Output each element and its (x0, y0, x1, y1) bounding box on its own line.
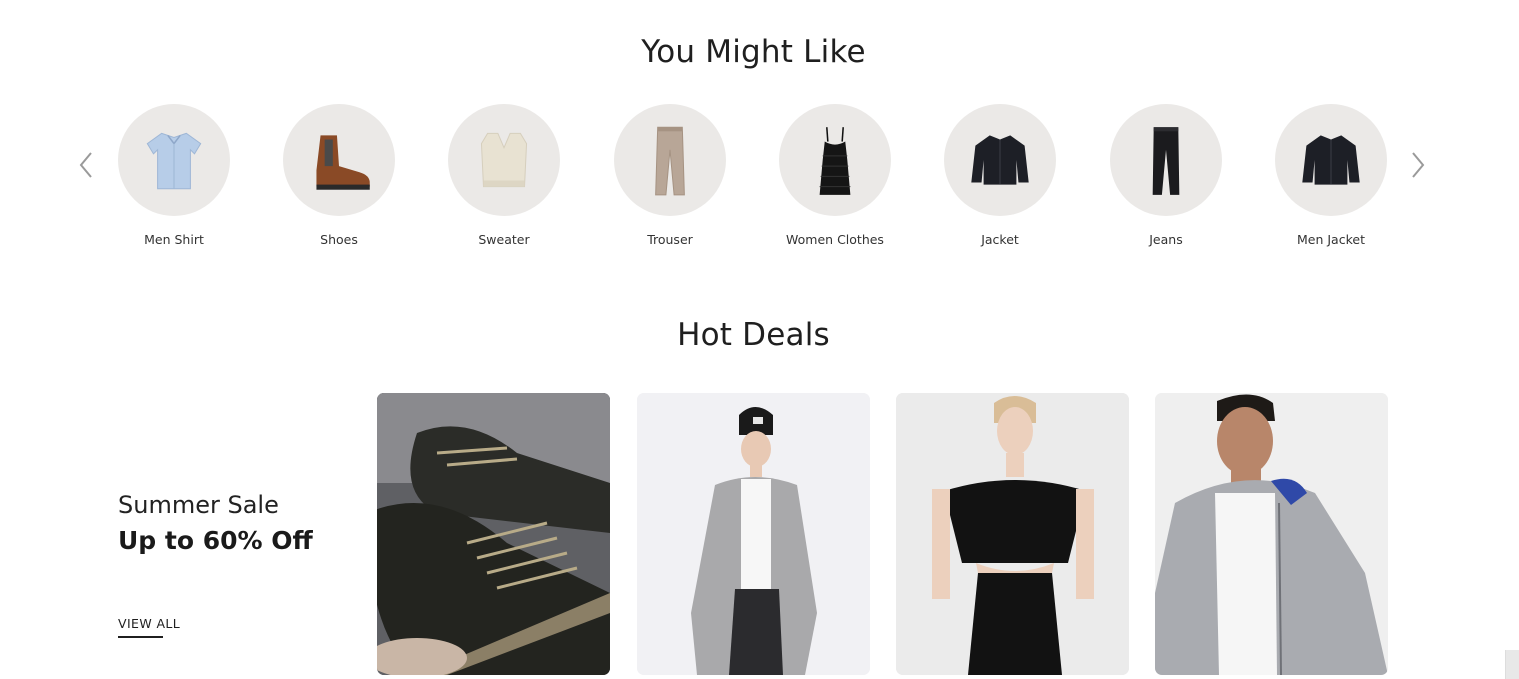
category-sweater[interactable]: Sweater (434, 104, 574, 247)
sweater-vest-icon (480, 132, 528, 188)
jacket-icon (971, 135, 1029, 185)
deal-card-grey-hoodie[interactable] (1155, 393, 1388, 675)
category-image (944, 104, 1056, 216)
category-jacket[interactable]: Jacket (930, 104, 1070, 247)
category-label: Sweater (478, 232, 530, 247)
category-image (614, 104, 726, 216)
category-image (283, 104, 395, 216)
category-image (118, 104, 230, 216)
shirt-icon (146, 132, 202, 190)
category-image (1110, 104, 1222, 216)
beanie-cardigan-model-photo (637, 393, 870, 675)
deal-card-black-dress[interactable] (896, 393, 1129, 675)
jacket-icon (1302, 135, 1360, 185)
category-label: Trouser (647, 232, 693, 247)
view-all-underline (118, 636, 163, 638)
category-trouser[interactable]: Trouser (600, 104, 740, 247)
you-might-like-title: You Might Like (641, 34, 866, 70)
dress-icon (819, 127, 851, 195)
category-men-shirt[interactable]: Men Shirt (104, 104, 244, 247)
category-label: Men Shirt (144, 232, 204, 247)
sneaker-photo (377, 393, 610, 675)
category-image (448, 104, 560, 216)
category-label: Women Clothes (786, 232, 884, 247)
grey-hoodie-model-photo (1155, 393, 1388, 675)
category-women-clothes[interactable]: Women Clothes (765, 104, 905, 247)
scroll-to-top-button[interactable] (1505, 650, 1519, 679)
view-all-link[interactable]: VIEW ALL (118, 616, 180, 635)
category-image (779, 104, 891, 216)
chevron-left-icon (79, 152, 92, 178)
category-label: Shoes (320, 232, 358, 247)
trouser-icon (655, 126, 685, 196)
summer-sale-promo: Summer Sale Up to 60% Off (118, 488, 358, 560)
deal-card-beanie-cardigan[interactable] (637, 393, 870, 675)
category-men-jacket[interactable]: Men Jacket (1261, 104, 1401, 247)
promo-headline: Up to 60% Off (118, 526, 313, 555)
promo-subtitle: Summer Sale (118, 491, 279, 519)
carousel-prev-button[interactable] (75, 148, 97, 182)
category-label: Jacket (981, 232, 1019, 247)
category-label: Men Jacket (1297, 232, 1365, 247)
category-shoes[interactable]: Shoes (269, 104, 409, 247)
boot-icon (316, 135, 370, 190)
category-jeans[interactable]: Jeans (1096, 104, 1236, 247)
chevron-right-icon (1412, 152, 1425, 178)
category-label: Jeans (1149, 232, 1183, 247)
deal-card-sneaker[interactable] (377, 393, 610, 675)
category-image (1275, 104, 1387, 216)
black-dress-model-photo (896, 393, 1129, 675)
hot-deals-title: Hot Deals (677, 317, 830, 353)
jeans-icon (1152, 127, 1180, 195)
carousel-next-button[interactable] (1407, 148, 1429, 182)
